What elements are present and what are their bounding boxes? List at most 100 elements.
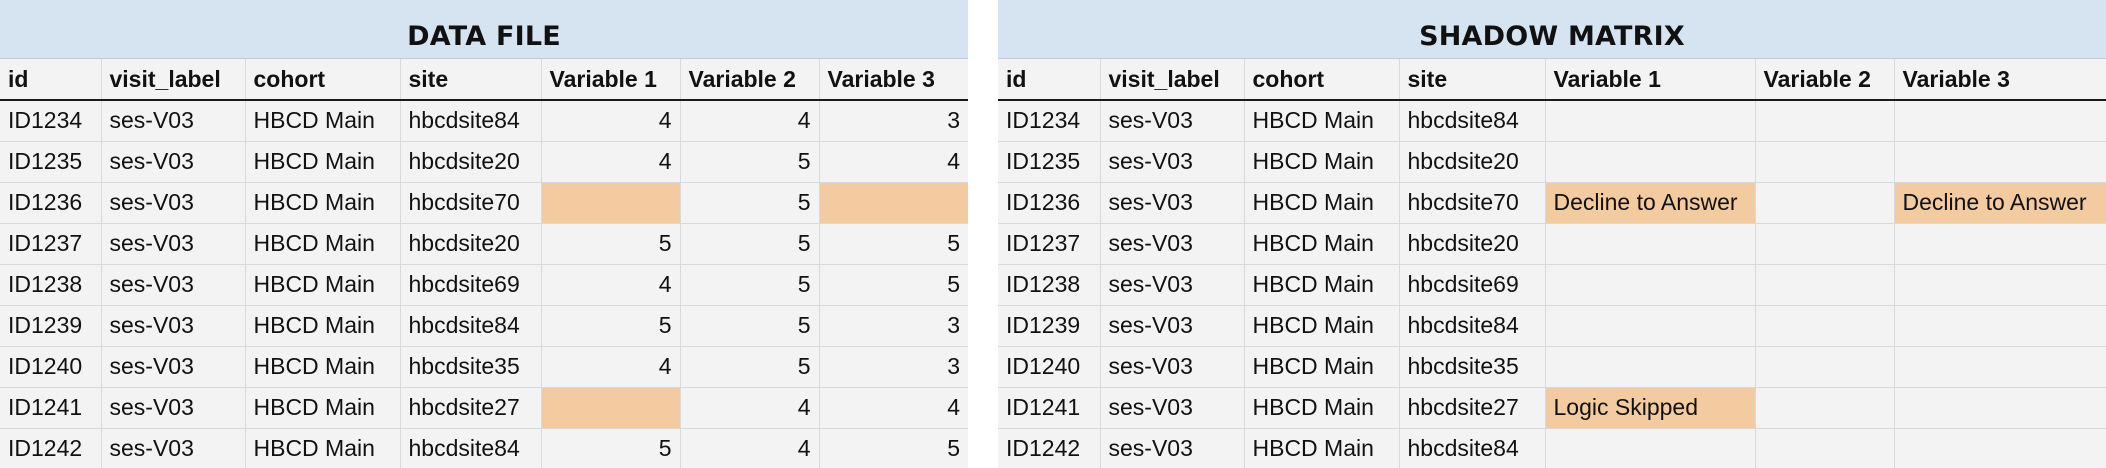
shadow-matrix-cell[interactable]: ses-V03 (1100, 305, 1245, 347)
shadow-matrix-cell[interactable]: HBCD Main (1244, 387, 1400, 429)
data-file-cell[interactable]: 4 (541, 141, 681, 183)
data-file-cell[interactable] (541, 182, 681, 224)
data-file-cell[interactable]: 3 (819, 305, 968, 347)
shadow-matrix-cell[interactable]: HBCD Main (1244, 223, 1400, 265)
shadow-matrix-cell[interactable]: hbcdsite69 (1399, 264, 1546, 306)
data-file-cell[interactable]: HBCD Main (245, 428, 401, 468)
data-file-cell[interactable]: ID1238 (0, 264, 102, 306)
data-file-cell[interactable]: ses-V03 (101, 305, 246, 347)
shadow-matrix-cell[interactable] (1755, 141, 1895, 183)
shadow-matrix-cell[interactable]: ID1242 (998, 428, 1101, 468)
shadow-matrix-cell[interactable] (1545, 100, 1756, 142)
shadow-matrix-cell[interactable] (1755, 182, 1895, 224)
data-file-cell[interactable]: 5 (680, 182, 820, 224)
data-file-cell[interactable]: 4 (680, 428, 820, 468)
shadow-matrix-cell[interactable] (1545, 223, 1756, 265)
data-file-cell[interactable]: 3 (819, 346, 968, 388)
shadow-matrix-cell[interactable] (1894, 141, 2106, 183)
data-file-cell[interactable]: ID1237 (0, 223, 102, 265)
data-file-cell[interactable]: hbcdsite27 (400, 387, 542, 429)
shadow-matrix-cell[interactable] (1894, 100, 2106, 142)
shadow-matrix-cell[interactable]: ses-V03 (1100, 223, 1245, 265)
data-file-cell[interactable]: HBCD Main (245, 100, 401, 142)
data-file-cell[interactable]: HBCD Main (245, 305, 401, 347)
data-file-cell[interactable]: ses-V03 (101, 346, 246, 388)
data-file-cell[interactable]: 4 (541, 100, 681, 142)
data-file-cell[interactable]: ses-V03 (101, 264, 246, 306)
data-file-cell[interactable]: ID1241 (0, 387, 102, 429)
shadow-matrix-cell[interactable]: hbcdsite20 (1399, 141, 1546, 183)
shadow-matrix-cell[interactable]: ID1237 (998, 223, 1101, 265)
shadow-matrix-cell[interactable]: ses-V03 (1100, 182, 1245, 224)
shadow-matrix-cell[interactable] (1545, 141, 1756, 183)
data-file-cell[interactable]: ID1236 (0, 182, 102, 224)
data-file-cell[interactable]: 4 (541, 346, 681, 388)
shadow-matrix-cell[interactable]: hbcdsite84 (1399, 428, 1546, 468)
data-file-cell[interactable]: ses-V03 (101, 100, 246, 142)
data-file-cell[interactable]: ses-V03 (101, 223, 246, 265)
shadow-matrix-cell[interactable] (1894, 305, 2106, 347)
shadow-matrix-cell[interactable] (1755, 428, 1895, 468)
shadow-matrix-cell[interactable] (1894, 387, 2106, 429)
shadow-matrix-cell[interactable]: ID1235 (998, 141, 1101, 183)
shadow-matrix-cell[interactable] (1545, 346, 1756, 388)
shadow-matrix-cell[interactable]: ID1240 (998, 346, 1101, 388)
shadow-matrix-cell[interactable]: ses-V03 (1100, 428, 1245, 468)
shadow-matrix-cell[interactable]: Decline to Answer (1545, 182, 1756, 224)
shadow-matrix-cell[interactable] (1545, 428, 1756, 468)
shadow-matrix-cell[interactable] (1755, 346, 1895, 388)
shadow-matrix-cell[interactable]: ses-V03 (1100, 100, 1245, 142)
shadow-matrix-cell[interactable]: HBCD Main (1244, 305, 1400, 347)
shadow-matrix-cell[interactable]: ID1234 (998, 100, 1101, 142)
data-file-cell[interactable]: ses-V03 (101, 428, 246, 468)
data-file-cell[interactable]: hbcdsite84 (400, 305, 542, 347)
shadow-matrix-cell[interactable]: hbcdsite35 (1399, 346, 1546, 388)
data-file-cell[interactable] (541, 387, 681, 429)
data-file-cell[interactable] (819, 182, 968, 224)
data-file-cell[interactable]: hbcdsite69 (400, 264, 542, 306)
data-file-cell[interactable]: ID1240 (0, 346, 102, 388)
data-file-cell[interactable]: 5 (819, 223, 968, 265)
shadow-matrix-cell[interactable]: ID1238 (998, 264, 1101, 306)
data-file-cell[interactable]: 5 (680, 141, 820, 183)
data-file-cell[interactable]: 5 (680, 223, 820, 265)
shadow-matrix-cell[interactable]: hbcdsite84 (1399, 305, 1546, 347)
data-file-cell[interactable]: hbcdsite35 (400, 346, 542, 388)
shadow-matrix-cell[interactable] (1545, 305, 1756, 347)
shadow-matrix-cell[interactable] (1755, 100, 1895, 142)
data-file-cell[interactable]: hbcdsite20 (400, 141, 542, 183)
data-file-cell[interactable]: ses-V03 (101, 141, 246, 183)
data-file-cell[interactable]: ID1242 (0, 428, 102, 468)
shadow-matrix-cell[interactable] (1755, 223, 1895, 265)
shadow-matrix-cell[interactable]: ses-V03 (1100, 387, 1245, 429)
data-file-cell[interactable]: 5 (680, 264, 820, 306)
data-file-cell[interactable]: hbcdsite70 (400, 182, 542, 224)
data-file-cell[interactable]: 4 (680, 387, 820, 429)
shadow-matrix-cell[interactable] (1545, 264, 1756, 306)
shadow-matrix-cell[interactable] (1894, 346, 2106, 388)
shadow-matrix-cell[interactable] (1894, 223, 2106, 265)
data-file-cell[interactable]: HBCD Main (245, 387, 401, 429)
shadow-matrix-cell[interactable]: HBCD Main (1244, 100, 1400, 142)
data-file-cell[interactable]: 5 (541, 305, 681, 347)
data-file-cell[interactable]: hbcdsite84 (400, 100, 542, 142)
data-file-cell[interactable]: 5 (541, 223, 681, 265)
shadow-matrix-cell[interactable]: hbcdsite84 (1399, 100, 1546, 142)
shadow-matrix-cell[interactable]: ses-V03 (1100, 346, 1245, 388)
shadow-matrix-cell[interactable]: Logic Skipped (1545, 387, 1756, 429)
data-file-cell[interactable]: 5 (819, 428, 968, 468)
shadow-matrix-cell[interactable]: hbcdsite27 (1399, 387, 1546, 429)
data-file-cell[interactable]: 5 (819, 264, 968, 306)
data-file-cell[interactable]: hbcdsite84 (400, 428, 542, 468)
data-file-cell[interactable]: ID1239 (0, 305, 102, 347)
shadow-matrix-cell[interactable]: HBCD Main (1244, 182, 1400, 224)
shadow-matrix-cell[interactable] (1755, 305, 1895, 347)
shadow-matrix-cell[interactable]: hbcdsite70 (1399, 182, 1546, 224)
shadow-matrix-cell[interactable]: HBCD Main (1244, 141, 1400, 183)
data-file-cell[interactable]: 4 (819, 141, 968, 183)
shadow-matrix-cell[interactable]: hbcdsite20 (1399, 223, 1546, 265)
shadow-matrix-cell[interactable] (1894, 264, 2106, 306)
data-file-cell[interactable]: ses-V03 (101, 387, 246, 429)
data-file-cell[interactable]: 5 (541, 428, 681, 468)
shadow-matrix-cell[interactable] (1755, 387, 1895, 429)
